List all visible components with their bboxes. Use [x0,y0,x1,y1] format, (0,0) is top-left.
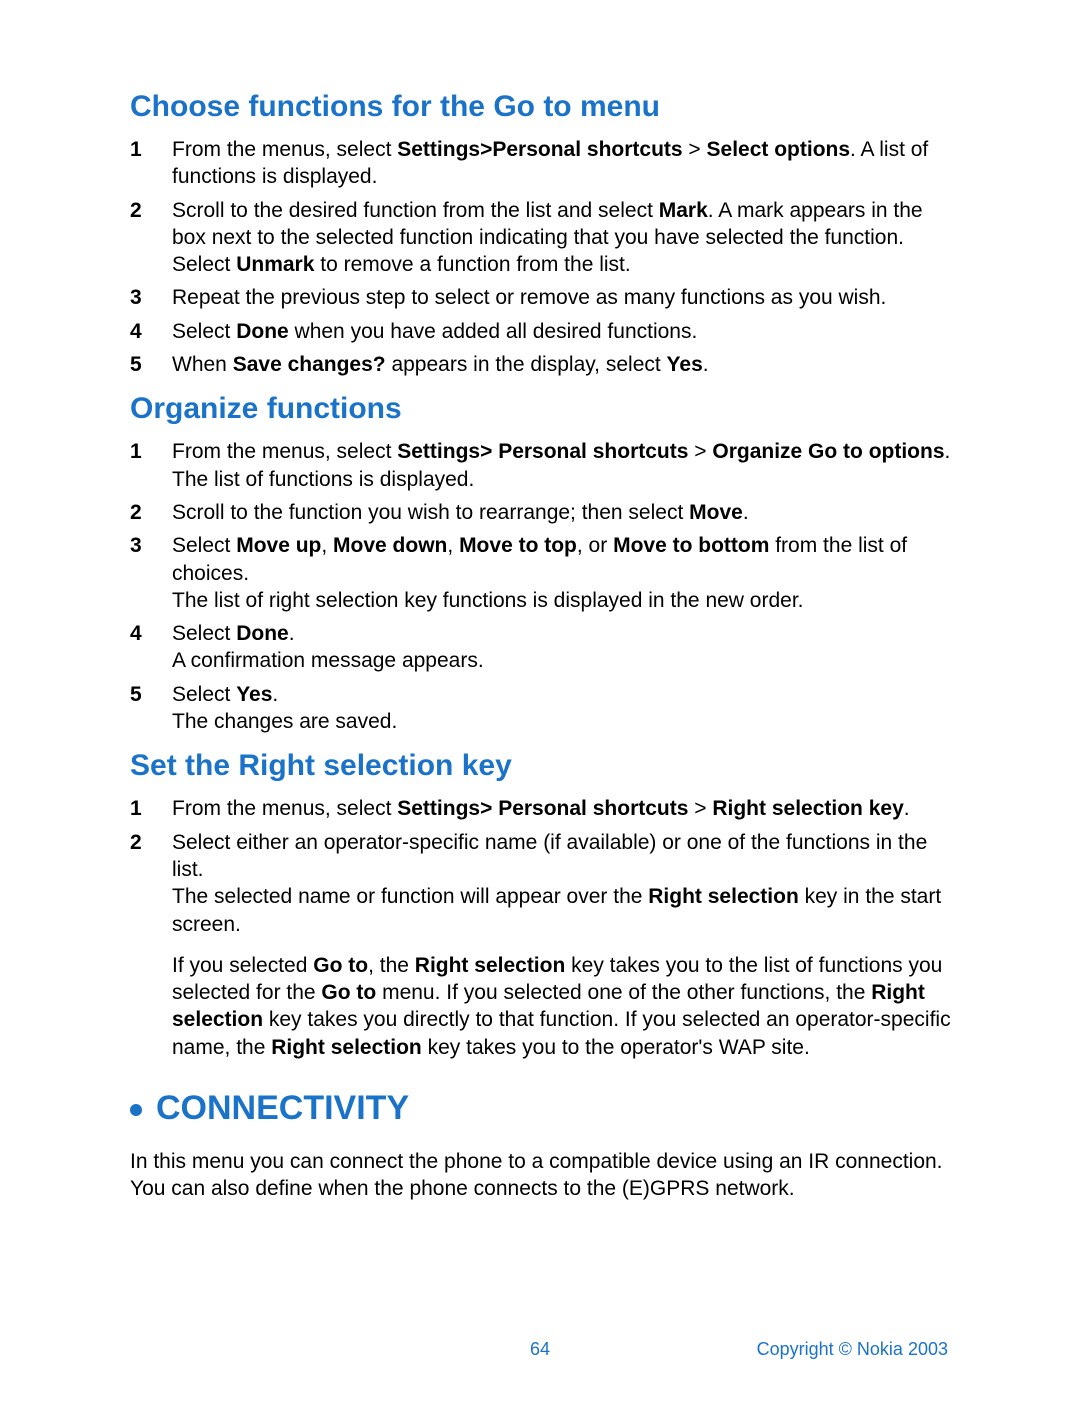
ui-option: Organize Go to options [712,440,944,463]
heading-text: CONNECTIVITY [156,1089,409,1128]
text: When [172,353,233,376]
step: Repeat the previous step to select or re… [130,284,960,311]
text: > [688,440,712,463]
step: Select Done when you have added all desi… [130,318,960,345]
text: when you have added all desired function… [289,320,698,343]
organize-functions-steps: From the menus, select Settings> Persona… [130,438,960,735]
ui-key: Right selection [415,954,566,977]
text: The selected name or function will appea… [172,885,648,908]
text: . [904,797,910,820]
step: Scroll to the desired function from the … [130,197,960,279]
ui-option: Go to [313,954,368,977]
step: Select either an operator-specific name … [130,829,960,938]
ui-option: Unmark [236,253,314,276]
right-selection-key-steps: From the menus, select Settings> Persona… [130,795,960,937]
text: > [688,797,712,820]
bullet-icon [130,1104,142,1116]
step: Select Done. A confirmation message appe… [130,620,960,675]
text: > [683,138,707,161]
text: to remove a function from the list. [314,253,630,276]
text: Select either an operator-specific name … [172,831,927,881]
step: Scroll to the function you wish to rearr… [130,499,960,526]
heading-organize-functions: Organize functions [130,392,960,426]
right-selection-key-paragraph: If you selected Go to, the Right selecti… [172,952,960,1061]
ui-option: Right selection key [712,797,903,820]
text: The changes are saved. [172,710,397,733]
ui-option: Mark [659,199,708,222]
ui-path: Settings>Personal shortcuts [397,138,682,161]
text: The list of right selection key function… [172,589,804,612]
ui-key: Right selection [271,1036,422,1059]
ui-option: Move up [236,534,321,557]
ui-option: Go to [321,981,376,1004]
heading-connectivity: CONNECTIVITY [130,1089,960,1128]
ui-option: Select options [707,138,851,161]
ui-option: Yes [667,353,703,376]
ui-option: Move to top [459,534,577,557]
text: Scroll to the desired function from the … [172,199,659,222]
page-number: 64 [530,1339,550,1359]
text: . [289,622,295,645]
choose-functions-steps: From the menus, select Settings>Personal… [130,136,960,378]
ui-key: Right selection [648,885,799,908]
text: menu. If you selected one of the other f… [376,981,871,1004]
text: , or [577,534,613,557]
copyright-text: Copyright © Nokia 2003 [757,1339,948,1360]
ui-option: Done [236,622,289,645]
text: A confirmation message appears. [172,649,484,672]
page-footer: 64 Copyright © Nokia 2003 [0,1339,1080,1360]
ui-prompt: Save changes? [233,353,386,376]
text: . [272,683,278,706]
ui-option: Move [689,501,743,524]
text: . [743,501,749,524]
text: , [321,534,333,557]
text: Select [172,683,236,706]
connectivity-intro: In this menu you can connect the phone t… [130,1148,960,1203]
step: From the menus, select Settings>Personal… [130,136,960,191]
text: , [447,534,459,557]
text: Select [172,534,236,557]
heading-choose-functions: Choose functions for the Go to menu [130,90,960,124]
step: When Save changes? appears in the displa… [130,351,960,378]
ui-option: Yes [236,683,272,706]
text: appears in the display, select [386,353,667,376]
text: From the menus, select [172,440,397,463]
heading-right-selection-key: Set the Right selection key [130,749,960,783]
ui-option: Done [236,320,289,343]
step: From the menus, select Settings> Persona… [130,795,960,822]
text: . [703,353,709,376]
ui-option: Move down [333,534,447,557]
text: From the menus, select [172,797,397,820]
step: From the menus, select Settings> Persona… [130,438,960,493]
ui-path: Settings> Personal shortcuts [397,440,688,463]
text: Scroll to the function you wish to rearr… [172,501,689,524]
step: Select Move up, Move down, Move to top, … [130,532,960,614]
page: Choose functions for the Go to menu From… [0,0,1080,1412]
ui-path: Settings> Personal shortcuts [397,797,688,820]
text: key takes you to the operator's WAP site… [422,1036,810,1059]
step: Select Yes. The changes are saved. [130,681,960,736]
text: , the [368,954,415,977]
text: Select [172,622,236,645]
ui-option: Move to bottom [613,534,769,557]
text: If you selected [172,954,313,977]
text: Select [172,320,236,343]
text: From the menus, select [172,138,397,161]
